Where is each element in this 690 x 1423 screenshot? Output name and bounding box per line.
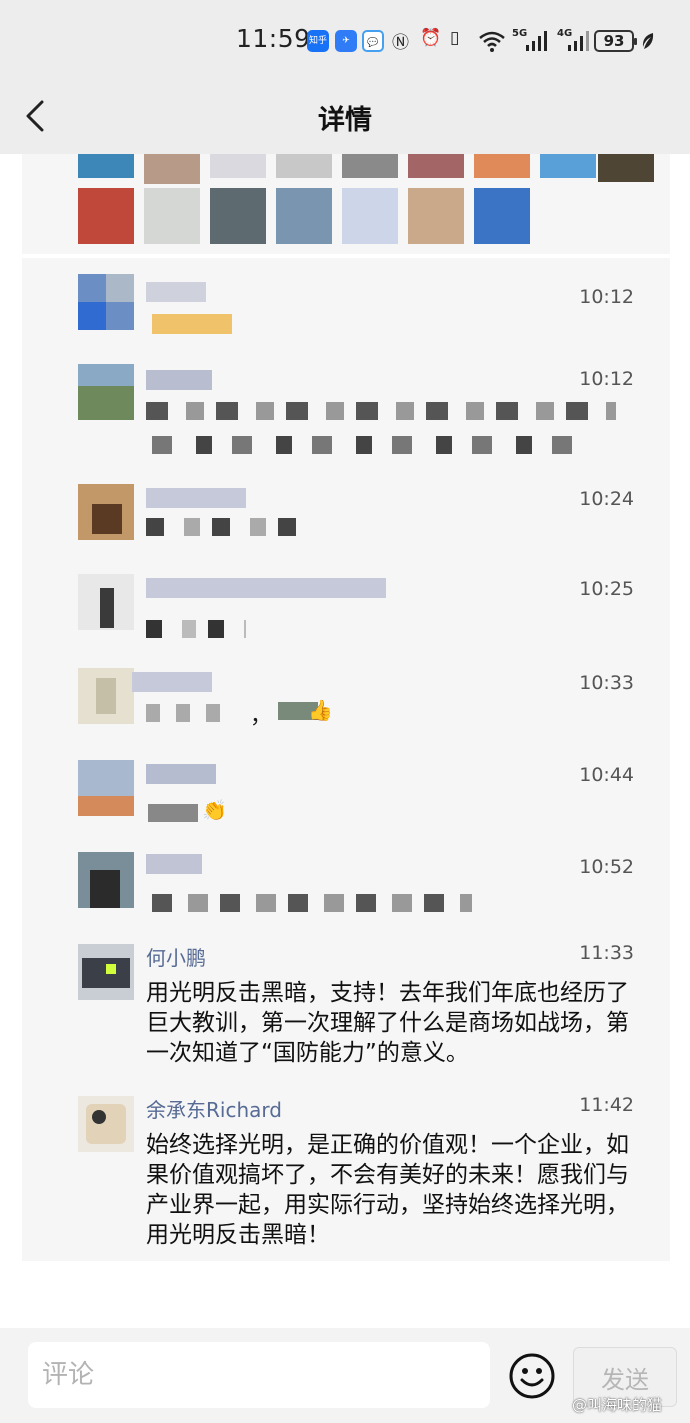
redacted-text (152, 894, 472, 912)
commenter-avatar[interactable] (78, 944, 134, 1000)
comment-item: 10:12 (22, 364, 670, 474)
signal-4g-icon (568, 31, 589, 51)
redacted-name[interactable] (146, 854, 202, 874)
comment-text: 用光明反击黑暗，支持！去年我们年底也经历了巨大教训，第一次理解了什么是商场如战场… (146, 980, 629, 1066)
comment-time: 10:24 (579, 488, 634, 510)
redacted-name[interactable] (146, 370, 212, 390)
vibrate-icon: ▯ (450, 28, 460, 48)
redacted-text (146, 704, 226, 722)
like-avatar[interactable] (144, 188, 200, 244)
comment-item: ， 👍 10:33 (22, 668, 670, 748)
clapping-emoji-icon: 👏 (202, 798, 227, 822)
commenter-avatar[interactable] (78, 364, 134, 420)
likes-avatar-grid (22, 154, 670, 254)
comments-list: 10:12 10:12 10:24 10:25 ， 👍 10:33 👏 10:4… (22, 258, 670, 1261)
comment-time: 11:33 (579, 942, 634, 964)
comment-time: 10:33 (579, 672, 634, 694)
comment-input[interactable] (28, 1342, 490, 1408)
comment-time: 10:52 (579, 856, 634, 878)
comment-item: 10:25 (22, 574, 670, 654)
like-avatar[interactable] (144, 154, 200, 184)
status-time: 11:59 (236, 24, 311, 53)
watermark: @叫海味的猫 (572, 1396, 663, 1414)
commenter-avatar[interactable] (78, 274, 134, 330)
like-avatar[interactable] (408, 188, 464, 244)
redacted-text (152, 436, 592, 454)
redacted-text (152, 314, 232, 334)
commenter-avatar[interactable] (78, 668, 134, 724)
chat-app-icon: 💬 (362, 30, 384, 52)
like-avatar[interactable] (276, 188, 332, 244)
comment-item: 10:12 (22, 274, 670, 354)
nfc-icon: Ⓝ (392, 33, 409, 53)
commenter-name[interactable]: 余承东Richard (146, 1094, 282, 1123)
like-avatar[interactable] (210, 154, 266, 178)
commenter-avatar[interactable] (78, 760, 134, 816)
commenter-avatar[interactable] (78, 574, 134, 630)
alarm-icon: ⏰ (420, 28, 442, 48)
like-avatar[interactable] (540, 154, 596, 178)
comment-time: 10:12 (579, 368, 634, 390)
like-avatar[interactable] (598, 154, 654, 182)
redacted-text (146, 620, 246, 638)
like-avatar[interactable] (474, 154, 530, 178)
comment-time: 10:12 (579, 286, 634, 308)
commenter-avatar[interactable] (78, 484, 134, 540)
emoji-picker-icon[interactable] (508, 1352, 556, 1400)
comment-item: 何小鹏 11:33 用光明反击黑暗，支持！去年我们年底也经历了巨大教训，第一次理… (22, 942, 670, 1074)
redacted-name[interactable] (146, 282, 206, 302)
thumbs-up-emoji-icon: 👍 (308, 698, 333, 722)
commenter-avatar[interactable] (78, 1096, 134, 1152)
commenter-name[interactable]: 何小鹏 (146, 942, 206, 971)
comment-time: 11:42 (579, 1094, 634, 1116)
comment-item: 10:52 (22, 852, 670, 932)
like-avatar[interactable] (276, 154, 332, 178)
like-avatar[interactable] (78, 154, 134, 178)
like-avatar[interactable] (342, 154, 398, 178)
like-avatar[interactable] (210, 188, 266, 244)
signal-5g-icon (526, 31, 547, 51)
leaf-icon (642, 33, 654, 49)
comment-item: 10:24 (22, 484, 670, 564)
comment-time: 10:44 (579, 764, 634, 786)
like-avatar[interactable] (408, 154, 464, 178)
send-app-icon: ✈ (335, 30, 357, 52)
nav-bar: 详情 (0, 80, 690, 154)
comment-time: 10:25 (579, 578, 634, 600)
page-title: 详情 (318, 105, 372, 136)
battery-indicator: 93 (594, 30, 637, 52)
comment-text-fragment: ， (250, 704, 273, 729)
redacted-name[interactable] (146, 488, 246, 508)
redacted-name[interactable] (132, 672, 212, 692)
redacted-text (146, 402, 616, 420)
redacted-text (148, 804, 198, 822)
redacted-text (146, 518, 298, 536)
like-avatar[interactable] (474, 188, 530, 244)
zhihu-app-icon: 知乎 (307, 30, 329, 52)
commenter-avatar[interactable] (78, 852, 134, 908)
redacted-name[interactable] (146, 578, 386, 598)
comment-item: 余承东Richard 11:42 始终选择光明，是正确的价值观！一个企业，如果价… (22, 1094, 670, 1256)
wifi-icon (479, 31, 505, 52)
redacted-name[interactable] (146, 764, 216, 784)
comment-text: 始终选择光明，是正确的价值观！一个企业，如果价值观搞坏了，不会有美好的未来！愿我… (146, 1132, 629, 1248)
like-avatar[interactable] (78, 188, 134, 244)
like-avatar[interactable] (342, 188, 398, 244)
status-bar: 11:59 知乎 ✈ 💬 Ⓝ ⏰ ▯ 5G 4G 93 (0, 0, 690, 80)
comment-item: 👏 10:44 (22, 760, 670, 840)
